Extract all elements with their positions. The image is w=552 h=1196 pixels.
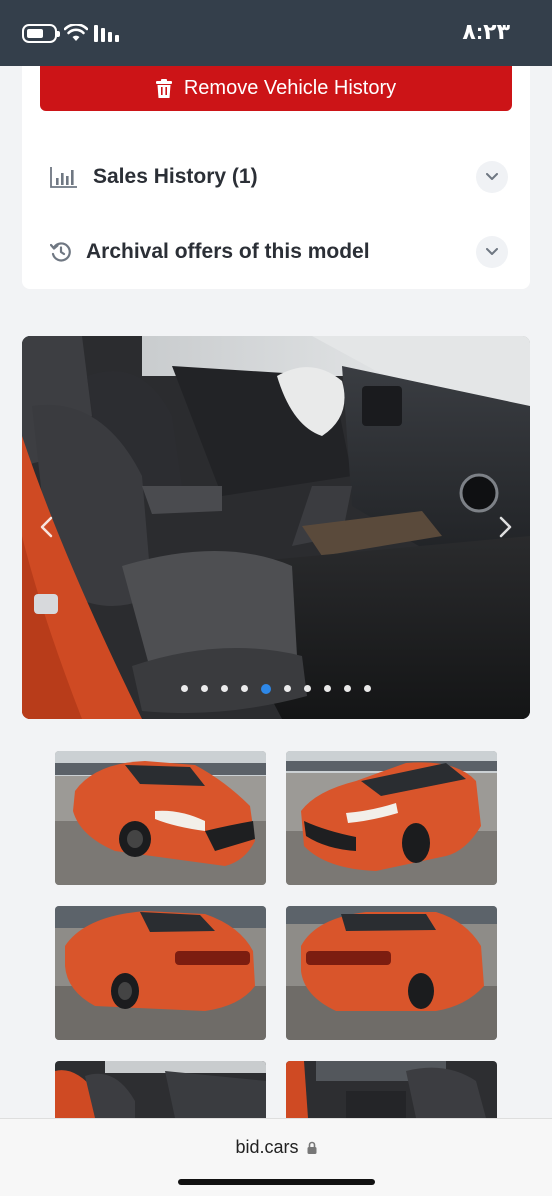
archival-offers-row[interactable]: Archival offers of this model [22,222,530,282]
chevron-down-icon[interactable] [476,161,508,193]
gallery-pagination [22,683,530,694]
car-interior-photo [22,336,530,719]
history-icon [50,241,72,263]
sales-history-label: Sales History (1) [93,165,258,188]
browser-address-bar[interactable]: bid.cars [0,1118,552,1196]
main-photo-gallery[interactable] [22,336,530,719]
url-text: bid.cars [235,1137,299,1157]
pagination-dot[interactable] [181,685,188,692]
url-display[interactable]: bid.cars [0,1137,552,1158]
chevron-left-icon [40,516,53,538]
chevron-down-icon[interactable] [476,236,508,268]
car-front-right-photo [286,751,497,885]
wifi-icon [64,24,88,41]
pagination-dot[interactable] [241,685,248,692]
pagination-dot[interactable] [304,685,311,692]
pagination-dot[interactable] [364,685,371,692]
status-bar: ٨:٢٣ [0,0,552,66]
pagination-dot[interactable] [221,685,228,692]
car-front-left-photo [55,751,266,885]
car-interior-driver-photo [55,1061,266,1118]
remove-vehicle-history-button[interactable]: Remove Vehicle History [40,66,512,111]
thumbnail-photo[interactable] [286,751,497,885]
thumbnail-photo[interactable] [55,906,266,1040]
lock-icon [307,1141,317,1154]
thumbnail-photo[interactable] [286,906,497,1040]
next-photo-button[interactable] [494,510,518,544]
thumbnail-photo[interactable] [55,1061,266,1118]
pagination-dot[interactable] [201,685,208,692]
vehicle-history-card: Remove Vehicle History Sales History (1) [22,66,530,289]
pagination-dot[interactable] [324,685,331,692]
status-time: ٨:٢٣ [462,19,510,44]
pagination-dot[interactable] [344,685,351,692]
previous-photo-button[interactable] [34,510,58,544]
signal-icon [94,25,119,42]
sales-history-row[interactable]: Sales History (1) [22,147,530,207]
thumbnail-photo[interactable] [55,751,266,885]
home-indicator[interactable] [178,1179,375,1185]
pagination-dot[interactable] [284,685,291,692]
battery-icon [22,24,60,43]
car-rear-left-photo [55,906,266,1040]
chevron-right-icon [499,516,512,538]
bar-chart-icon [50,166,78,188]
remove-vehicle-history-label: Remove Vehicle History [183,77,397,99]
archival-offers-label: Archival offers of this model [86,240,370,263]
pagination-dot-active[interactable] [261,683,271,694]
trash-icon [155,79,172,98]
thumbnail-photo[interactable] [286,1061,497,1118]
car-rear-right-photo [286,906,497,1040]
car-interior-passenger-photo [286,1061,497,1118]
